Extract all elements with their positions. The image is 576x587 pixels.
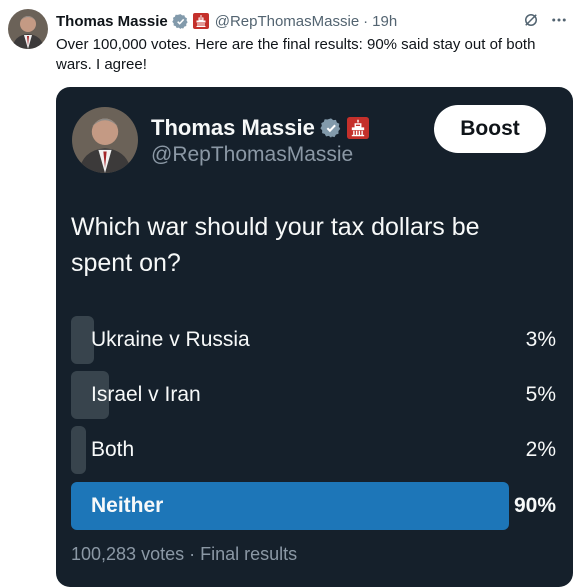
poll-option-label: Neither [91,494,164,517]
congress-badge-icon[interactable] [346,117,369,139]
grok-icon[interactable] [522,11,540,34]
tweet-text: Over 100,000 votes. Here are the final r… [56,36,536,73]
poll-option-label: Israel v Iran [91,383,201,406]
poll-option-neither: Neither 90% [71,482,556,530]
verified-badge-icon[interactable] [320,117,342,139]
boost-button[interactable]: Boost [434,105,546,153]
verified-badge-icon[interactable] [172,13,189,30]
poll-option-percent: 90% [513,494,556,517]
author-avatar[interactable] [8,9,48,49]
poll-question: Which war should your tax dollars be spe… [71,213,480,277]
poll-status: Final results [200,544,298,564]
poll-option-label: Ukraine v Russia [91,328,250,351]
author-name[interactable]: Thomas Massie [56,13,168,30]
congress-badge-icon[interactable] [192,13,209,29]
poll-option-percent: 5% [525,383,556,406]
vote-count: 100,283 votes [71,544,185,564]
card-author-name[interactable]: Thomas Massie [151,115,315,141]
card-author-handle[interactable]: @RepThomasMassie [151,143,353,167]
poll-result-bar [71,426,87,474]
separator-dot: · [189,544,196,564]
tweet-header: Thomas Massie @RepThomasMassie · 19h [56,11,566,31]
card-author-avatar[interactable] [72,107,138,173]
more-icon[interactable] [550,11,568,34]
tweet-timestamp[interactable]: 19h [372,13,397,30]
poll-option-percent: 2% [525,438,556,461]
poll-option-percent: 3% [525,328,556,351]
poll-option-ukraine-v-russia: Ukraine v Russia 3% [71,316,556,364]
author-handle[interactable]: @RepThomasMassie [215,13,359,30]
poll-option-both: Both 2% [71,426,556,474]
card-author-name-row: Thomas Massie [151,115,369,141]
poll-summary: 100,283 votes · Final results [71,544,297,565]
separator-dot: · [363,12,369,30]
poll-card[interactable]: Thomas Massie @RepThomasMassie Boost Whi… [56,87,573,587]
poll-option-israel-v-iran: Israel v Iran 5% [71,371,556,419]
poll-option-label: Both [91,438,135,461]
header-actions [522,11,568,34]
